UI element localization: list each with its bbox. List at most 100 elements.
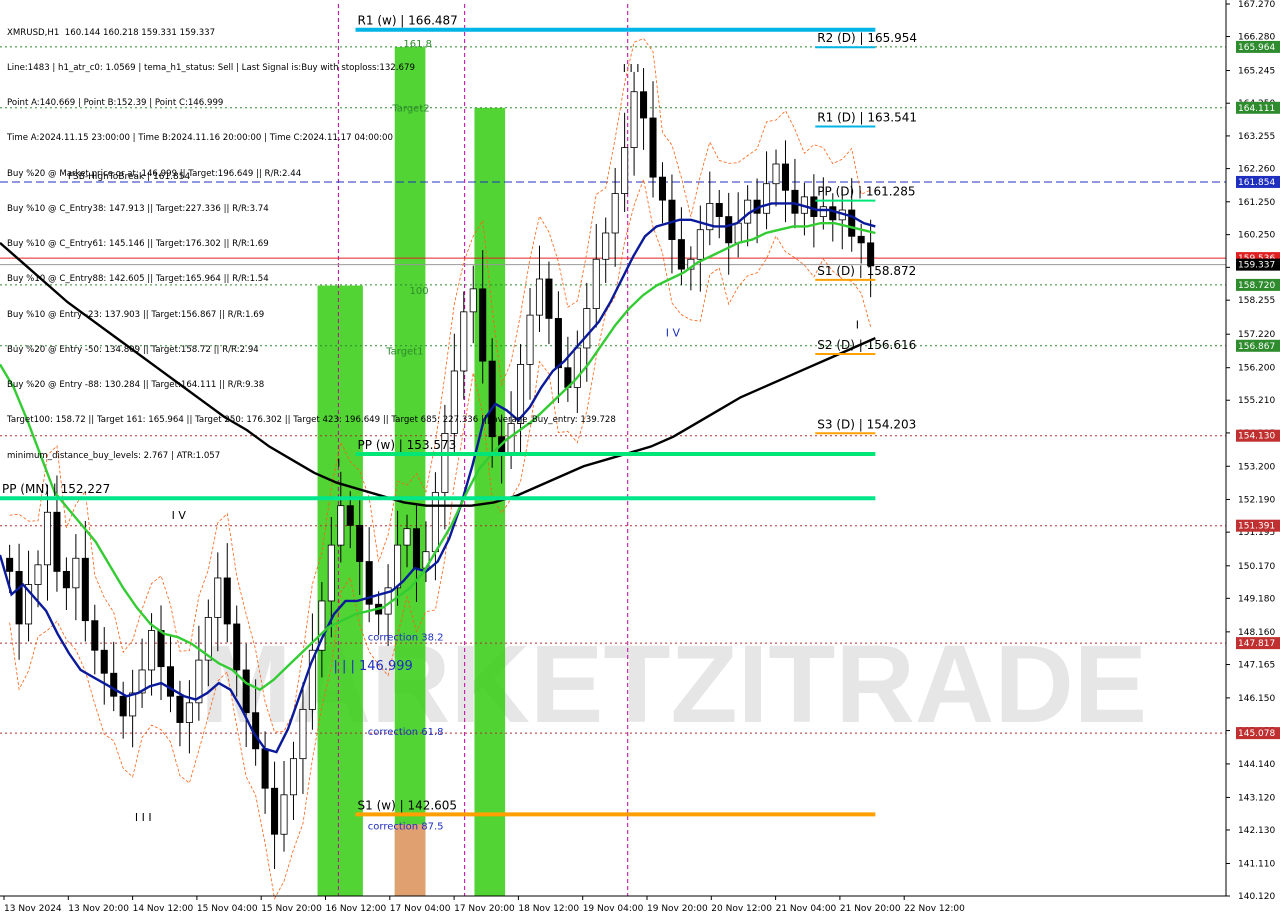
y-tick-label: 142.130 bbox=[1238, 826, 1275, 836]
candle-body bbox=[223, 577, 231, 625]
candle-body bbox=[62, 570, 70, 589]
x-tick-label: 20 Nov 12:00 bbox=[711, 904, 772, 914]
candle-body bbox=[214, 577, 222, 618]
pivot-label: PP (D) | 161.285 bbox=[817, 185, 915, 199]
info-line: Buy %10 @ C_Entry61: 145.146 || Target:1… bbox=[7, 239, 269, 249]
price-badge-label: 159.337 bbox=[1238, 261, 1275, 271]
info-line: Line:1483 | h1_atr_c0: 1.0569 | tema_h1_… bbox=[7, 62, 415, 73]
y-tick-label: 143.120 bbox=[1238, 793, 1275, 803]
y-tick-label: 141.110 bbox=[1238, 859, 1275, 869]
x-tick-label: 16 Nov 12:00 bbox=[326, 904, 387, 914]
price-badge-label: 151.391 bbox=[1238, 522, 1275, 532]
candle-body bbox=[110, 672, 118, 697]
pivot-label: S2 (D) | 156.616 bbox=[817, 338, 916, 352]
candle-body bbox=[100, 649, 108, 674]
x-tick-label: 22 Nov 12:00 bbox=[904, 904, 965, 914]
candle-body bbox=[271, 787, 279, 835]
info-line: Target100: 158.72 || Target 161: 165.964… bbox=[7, 415, 616, 426]
x-tick-label: 15 Nov 20:00 bbox=[261, 904, 322, 914]
candle-body bbox=[242, 669, 250, 714]
y-tick-label: 161.250 bbox=[1238, 198, 1275, 208]
candle-body bbox=[640, 91, 648, 119]
y-tick-label: 147.165 bbox=[1238, 661, 1275, 671]
x-tick-label: 21 Nov 20:00 bbox=[840, 904, 901, 914]
candle-body bbox=[119, 695, 127, 717]
candle-body bbox=[772, 163, 780, 185]
header-line: XMRUSD,H1 160.144 160.218 159.331 159.33… bbox=[7, 27, 216, 38]
y-tick-label: 144.140 bbox=[1238, 760, 1275, 770]
x-tick-label: 13 Nov 20:00 bbox=[68, 904, 129, 914]
info-line: Buy %20 @ Entry -88: 130.284 || Target:1… bbox=[7, 380, 265, 390]
candle-body bbox=[356, 525, 364, 562]
candle-body bbox=[327, 544, 335, 602]
candle-body bbox=[299, 708, 307, 760]
candle-body bbox=[394, 544, 402, 589]
x-tick-label: 18 Nov 12:00 bbox=[518, 904, 579, 914]
y-tick-label: 152.190 bbox=[1238, 495, 1275, 505]
candle-body bbox=[630, 91, 638, 148]
candle-body bbox=[649, 117, 657, 178]
candle-body bbox=[763, 183, 771, 214]
candle-body bbox=[621, 147, 629, 194]
candle-body bbox=[791, 189, 799, 214]
price-badge-label: 164.111 bbox=[1238, 104, 1275, 114]
candle-body bbox=[829, 206, 837, 221]
price-badge-label: 156.867 bbox=[1238, 342, 1275, 352]
candle-body bbox=[176, 695, 184, 723]
price-badge-label: 147.817 bbox=[1238, 639, 1275, 649]
candle-body bbox=[725, 216, 733, 244]
price-badge-label: 154.130 bbox=[1238, 432, 1275, 442]
candle-body bbox=[412, 528, 421, 569]
y-tick-label: 146.150 bbox=[1238, 694, 1275, 704]
y-tick-label: 158.255 bbox=[1238, 296, 1275, 306]
candle-body bbox=[280, 794, 288, 835]
wave-label: I V bbox=[666, 326, 681, 339]
candle-body bbox=[658, 176, 667, 201]
candle-body bbox=[72, 557, 80, 589]
info-line: Buy %10 @ C_Entry38: 147.913 || Target:2… bbox=[7, 203, 269, 214]
x-tick-label: 17 Nov 04:00 bbox=[390, 904, 451, 914]
info-line: Buy %20 @ Market price or at: 146.999 ||… bbox=[7, 168, 302, 179]
candle-body bbox=[261, 748, 269, 789]
candle-body bbox=[696, 229, 704, 260]
candle-body bbox=[157, 630, 165, 668]
y-tick-label: 150.170 bbox=[1238, 562, 1275, 572]
pivot-label: S3 (D) | 154.203 bbox=[817, 417, 916, 431]
candle-body bbox=[867, 242, 875, 267]
candle-body bbox=[43, 511, 52, 566]
price-badge-label: 145.078 bbox=[1238, 729, 1275, 739]
x-tick-label: 19 Nov 04:00 bbox=[583, 904, 644, 914]
zone-label: correction 38.2 bbox=[368, 632, 444, 643]
wave-label: I V bbox=[172, 509, 187, 522]
wave-label: I I I bbox=[135, 811, 152, 824]
candle-body bbox=[185, 702, 193, 723]
pivot-label: S1 (D) | 158.872 bbox=[817, 264, 916, 278]
y-tick-label: 153.200 bbox=[1238, 462, 1275, 472]
x-tick-label: 19 Nov 20:00 bbox=[647, 904, 708, 914]
zone-label: correction 87.5 bbox=[368, 821, 444, 832]
y-tick-label: 157.220 bbox=[1238, 330, 1275, 340]
x-tick-label: 13 Nov 2024 bbox=[4, 904, 62, 914]
candle-body bbox=[15, 570, 23, 625]
candle-body bbox=[148, 630, 156, 671]
x-tick-label: 21 Nov 04:00 bbox=[776, 904, 837, 914]
pivot-label: S1 (w) | 142.605 bbox=[358, 798, 458, 812]
candle-body bbox=[781, 163, 790, 191]
y-tick-label: 156.200 bbox=[1238, 364, 1275, 374]
candle-body bbox=[668, 199, 676, 240]
info-line: Buy %20 @ Entry -50: 134.809 || Target:1… bbox=[7, 344, 259, 355]
candle-body bbox=[403, 528, 411, 546]
y-tick-label: 162.260 bbox=[1238, 165, 1275, 175]
y-tick-label: 167.270 bbox=[1238, 0, 1275, 10]
info-line: Buy %10 @ Entry -23: 137.903 || Target:1… bbox=[7, 309, 265, 320]
y-tick-label: 140.120 bbox=[1238, 892, 1275, 902]
x-tick-label: 17 Nov 20:00 bbox=[454, 904, 515, 914]
info-line: Buy %10 @ C_Entry88: 142.605 || Target:1… bbox=[7, 274, 269, 285]
candle-body bbox=[53, 511, 61, 572]
candle-body bbox=[677, 239, 685, 270]
candle-body bbox=[734, 222, 742, 244]
candle-body bbox=[91, 620, 99, 651]
candle-body bbox=[715, 203, 723, 217]
y-tick-label: 155.210 bbox=[1238, 396, 1275, 406]
wave-label: I bbox=[856, 318, 859, 331]
